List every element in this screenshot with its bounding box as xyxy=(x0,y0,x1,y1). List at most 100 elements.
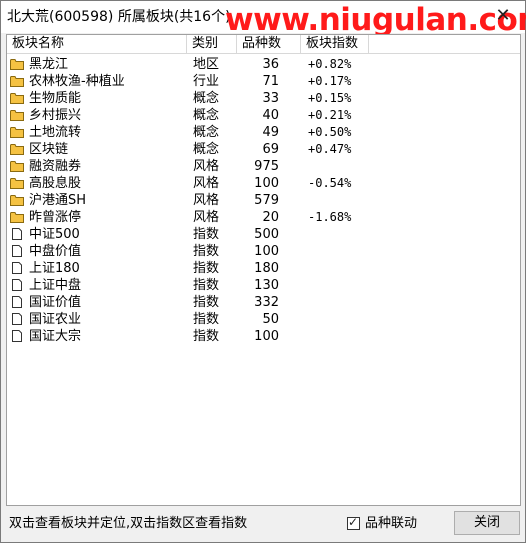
dialog-window: 北大荒(600598) 所属板块(共16个) www.niugulan.com … xyxy=(0,0,526,543)
folder-icon xyxy=(10,109,24,121)
page-icon xyxy=(10,279,24,291)
block-category: 指数 xyxy=(193,278,220,293)
check-icon: ✓ xyxy=(348,515,359,529)
block-category: 指数 xyxy=(193,227,220,242)
block-count: 100 xyxy=(254,244,279,259)
folder-icon xyxy=(10,92,24,104)
block-index: -1.68% xyxy=(308,210,352,224)
block-name: 生物质能 xyxy=(29,91,82,106)
block-name: 上证180 xyxy=(29,261,80,276)
linkage-checkbox-label[interactable]: 品种联动 xyxy=(365,515,417,533)
close-button[interactable]: 关闭 xyxy=(454,511,520,535)
table-row[interactable]: 上证180 指数 180 xyxy=(7,260,520,277)
block-name: 乡村振兴 xyxy=(29,108,82,123)
block-count: 180 xyxy=(254,261,279,276)
block-count: 40 xyxy=(262,108,279,123)
block-category: 风格 xyxy=(193,176,220,191)
block-list[interactable]: 板块名称 类别 品种数 板块指数 黑龙江 地区 36 +0.82% 农林牧渔-种植业 行业… xyxy=(6,34,521,506)
block-count: 579 xyxy=(254,193,279,208)
page-icon xyxy=(10,228,24,240)
hint-text: 双击查看板块并定位,双击指数区查看指数 xyxy=(9,516,248,531)
block-category: 行业 xyxy=(193,74,220,89)
block-category: 概念 xyxy=(193,142,220,157)
page-icon xyxy=(10,262,24,274)
block-count: 71 xyxy=(262,74,279,89)
block-name: 昨曾涨停 xyxy=(29,210,82,225)
table-row[interactable]: 国证农业 指数 50 xyxy=(7,311,520,328)
table-row[interactable]: 沪港通SH 风格 579 xyxy=(7,192,520,209)
page-icon xyxy=(10,330,24,342)
table-row[interactable]: 农林牧渔-种植业 行业 71 +0.17% xyxy=(7,73,520,90)
block-index: +0.15% xyxy=(308,91,352,105)
table-row[interactable]: 昨曾涨停 风格 20 -1.68% xyxy=(7,209,520,226)
table-row[interactable]: 生物质能 概念 33 +0.15% xyxy=(7,90,520,107)
block-name: 区块链 xyxy=(29,142,69,157)
block-index: -0.54% xyxy=(308,176,352,190)
table-row[interactable]: 高股息股 风格 100 -0.54% xyxy=(7,175,520,192)
block-category: 指数 xyxy=(193,261,220,276)
block-name: 融资融券 xyxy=(29,159,82,174)
block-name: 高股息股 xyxy=(29,176,82,191)
block-category: 地区 xyxy=(193,57,220,72)
table-row[interactable]: 中证500 指数 500 xyxy=(7,226,520,243)
column-header-index[interactable]: 板块指数 xyxy=(301,35,369,53)
table-row[interactable]: 上证中盘 指数 130 xyxy=(7,277,520,294)
block-count: 500 xyxy=(254,227,279,242)
folder-icon xyxy=(10,75,24,87)
block-count: 33 xyxy=(262,91,279,106)
block-name: 国证价值 xyxy=(29,295,82,310)
table-row[interactable]: 中盘价值 指数 100 xyxy=(7,243,520,260)
block-category: 风格 xyxy=(193,159,220,174)
linkage-checkbox[interactable]: ✓ xyxy=(347,515,360,530)
column-header-name[interactable]: 板块名称 xyxy=(7,35,187,53)
folder-icon xyxy=(10,143,24,155)
page-icon xyxy=(10,296,24,308)
table-row[interactable]: 乡村振兴 概念 40 +0.21% xyxy=(7,107,520,124)
block-count: 50 xyxy=(262,312,279,327)
folder-icon xyxy=(10,211,24,223)
block-category: 指数 xyxy=(193,329,220,344)
window-title: 北大荒(600598) 所属板块(共16个) xyxy=(7,9,231,25)
folder-icon xyxy=(10,177,24,189)
close-icon[interactable]: ✕ xyxy=(491,5,515,27)
block-name: 中证500 xyxy=(29,227,80,242)
block-index: +0.82% xyxy=(308,57,352,71)
table-row[interactable]: 国证大宗 指数 100 xyxy=(7,328,520,345)
block-category: 指数 xyxy=(193,295,220,310)
block-index: +0.47% xyxy=(308,142,352,156)
list-header: 板块名称 类别 品种数 板块指数 xyxy=(7,35,520,54)
block-category: 指数 xyxy=(193,312,220,327)
block-name: 国证农业 xyxy=(29,312,82,327)
block-count: 49 xyxy=(262,125,279,140)
block-count: 100 xyxy=(254,176,279,191)
table-row[interactable]: 融资融券 风格 975 xyxy=(7,158,520,175)
block-category: 指数 xyxy=(193,244,220,259)
block-name: 国证大宗 xyxy=(29,329,82,344)
folder-icon xyxy=(10,160,24,172)
block-category: 概念 xyxy=(193,91,220,106)
block-name: 上证中盘 xyxy=(29,278,82,293)
block-count: 20 xyxy=(262,210,279,225)
folder-icon xyxy=(10,126,24,138)
title-bar: 北大荒(600598) 所属板块(共16个) www.niugulan.com … xyxy=(1,1,526,38)
page-icon xyxy=(10,245,24,257)
column-header-type[interactable]: 类别 xyxy=(187,35,237,53)
block-category: 风格 xyxy=(193,210,220,225)
block-index: +0.21% xyxy=(308,108,352,122)
block-name: 中盘价值 xyxy=(29,244,82,259)
table-row[interactable]: 土地流转 概念 49 +0.50% xyxy=(7,124,520,141)
block-count: 36 xyxy=(262,57,279,72)
block-category: 概念 xyxy=(193,108,220,123)
page-icon xyxy=(10,313,24,325)
block-category: 概念 xyxy=(193,125,220,140)
block-count: 69 xyxy=(262,142,279,157)
block-category: 风格 xyxy=(193,193,220,208)
table-row[interactable]: 国证价值 指数 332 xyxy=(7,294,520,311)
block-name: 农林牧渔-种植业 xyxy=(29,74,125,89)
block-count: 332 xyxy=(254,295,279,310)
folder-icon xyxy=(10,194,24,206)
block-count: 130 xyxy=(254,278,279,293)
column-header-count[interactable]: 品种数 xyxy=(237,35,301,53)
table-row[interactable]: 区块链 概念 69 +0.47% xyxy=(7,141,520,158)
table-row[interactable]: 黑龙江 地区 36 +0.82% xyxy=(7,56,520,73)
